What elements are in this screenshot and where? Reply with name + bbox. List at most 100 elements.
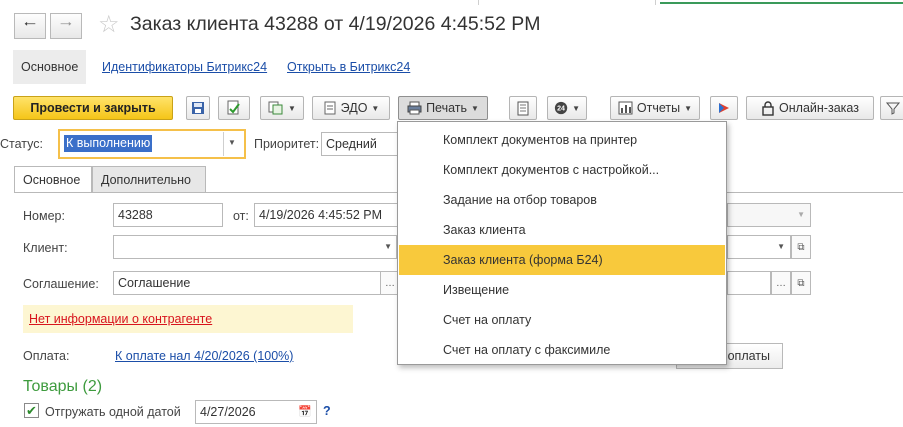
menu-item-label: Заказ клиента — [443, 223, 526, 237]
chevron-down-icon: ▼ — [684, 103, 693, 113]
tab-additional[interactable]: Дополнительно — [92, 166, 206, 193]
star-icon[interactable]: ☆ — [98, 11, 120, 39]
menu-item-label: Комплект документов с настройкой... — [443, 163, 660, 177]
menu-item-notice[interactable]: Извещение — [399, 275, 725, 305]
chevron-down-icon: ▼ — [288, 103, 296, 113]
save-button[interactable] — [186, 96, 210, 120]
flag-button[interactable] — [710, 96, 738, 120]
ship-one-date-checkbox[interactable]: ✔ — [24, 403, 39, 418]
menu-item-client-order-b24[interactable]: Заказ клиента (форма Б24) — [399, 245, 725, 275]
calendar-icon[interactable]: 📅 — [298, 405, 312, 418]
menu-item-label: Комплект документов на принтер — [443, 133, 638, 147]
no-contractor-info-link[interactable]: Нет информации о контрагенте — [29, 312, 212, 326]
goods-section-title: Товары (2) — [23, 378, 103, 395]
check-icon: ✔ — [26, 402, 37, 418]
arrow-left-icon: 🠀 — [23, 15, 37, 33]
back-button[interactable]: 🠀 — [14, 13, 46, 39]
chevron-down-icon: ▼ — [797, 210, 805, 219]
reports-button[interactable]: Отчеты ▼ — [610, 96, 700, 120]
document-button[interactable] — [509, 96, 537, 120]
warning-box: Нет информации о контрагенте — [23, 305, 353, 333]
create-based-button[interactable]: ▼ — [260, 96, 304, 120]
menu-item-invoice[interactable]: Счет на оплату — [399, 305, 725, 335]
ship-one-date-label: Отгружать одной датой — [45, 405, 181, 419]
flag-icon — [719, 103, 729, 113]
tab-additional-label: Дополнительно — [101, 172, 191, 187]
window-top-strip — [0, 0, 903, 5]
reports-label: Отчеты — [636, 101, 681, 115]
status-value: К выполнению — [64, 135, 153, 152]
menu-item-invoice-facsimile[interactable]: Счет на оплату с факсимиле — [399, 335, 725, 365]
agreement-label: Соглашение: — [23, 277, 99, 291]
menu-item-label: Заказ клиента (форма Б24) — [443, 253, 603, 267]
date-field[interactable]: 4/19/2026 4:45:52 PM — [254, 203, 400, 227]
chevron-down-icon: ▼ — [777, 242, 785, 251]
payments-button-label: оплаты — [727, 349, 770, 363]
edo-button[interactable]: ЭДО ▼ — [312, 96, 390, 120]
payment-link[interactable]: К оплате нал 4/20/2026 (100%) — [115, 349, 293, 363]
currency-field[interactable] — [727, 271, 771, 295]
print-menu: Комплект документов на принтер Комплект … — [397, 121, 727, 365]
menu-item-print-set[interactable]: Комплект документов на принтер — [399, 125, 725, 155]
tab-main[interactable]: Основное — [14, 166, 92, 193]
create-based-icon — [268, 101, 283, 115]
menu-item-client-order[interactable]: Заказ клиента — [399, 215, 725, 245]
open-in-bitrix-link[interactable]: Открыть в Битрикс24 — [287, 60, 410, 74]
client-field[interactable]: ▼ — [113, 235, 397, 259]
online-order-label: Онлайн-заказ — [779, 101, 859, 115]
open-contact-button[interactable]: ⧉ — [791, 235, 811, 259]
24-icon: 24 — [554, 101, 568, 115]
open-currency-button[interactable]: ⧉ — [791, 271, 811, 295]
agreement-field[interactable]: Соглашение — [113, 271, 381, 295]
bitrix-ids-link[interactable]: Идентификаторы Битрикс24 — [102, 60, 267, 74]
status-label: Статус: — [0, 137, 43, 151]
filter-icon — [885, 102, 900, 115]
ship-date-value: 4/27/2026 — [200, 405, 256, 419]
open-icon: ⧉ — [797, 277, 805, 289]
tab-main-section[interactable]: Основное — [13, 50, 87, 84]
filter-button[interactable] — [880, 96, 903, 120]
priority-label: Приоритет: — [254, 137, 320, 151]
tab-main-label: Основное — [21, 60, 79, 74]
arrow-right-icon: 🠂 — [59, 15, 73, 33]
priority-select[interactable]: Средний — [321, 132, 401, 156]
lock-icon — [762, 100, 774, 116]
from-label: от: — [233, 209, 249, 223]
contact-field[interactable]: ▼ — [727, 235, 791, 259]
post-button[interactable] — [218, 96, 250, 120]
online-order-button[interactable]: Онлайн-заказ — [746, 96, 874, 120]
save-icon — [192, 102, 204, 114]
ship-date-field[interactable]: 4/27/2026 📅 — [195, 400, 317, 424]
menu-item-label: Счет на оплату с факсимиле — [443, 343, 611, 357]
date-value: 4/19/2026 4:45:52 PM — [259, 208, 383, 222]
print-icon — [407, 101, 422, 115]
menu-item-print-set-config[interactable]: Комплект документов с настройкой... — [399, 155, 725, 185]
client-label: Клиент: — [23, 241, 68, 255]
payment-label: Оплата: — [23, 349, 70, 363]
post-and-close-button[interactable]: Провести и закрыть — [13, 96, 173, 120]
print-button[interactable]: Печать ▼ — [398, 96, 488, 120]
menu-item-label: Задание на отбор товаров — [443, 193, 597, 207]
tab-main-label: Основное — [23, 172, 81, 187]
print-label: Печать — [426, 101, 468, 115]
help-link[interactable]: ? — [323, 404, 331, 418]
page-title: Заказ клиента 43288 от 4/19/2026 4:45:52… — [130, 13, 541, 35]
menu-item-picking-task[interactable]: Задание на отбор товаров — [399, 185, 725, 215]
currency-select-button[interactable]: … — [771, 271, 791, 295]
forward-button[interactable]: 🠂 — [50, 13, 82, 39]
chevron-down-icon: ▼ — [228, 138, 236, 147]
priority-value: Средний — [326, 137, 377, 151]
document-icon — [517, 101, 529, 115]
post-icon — [227, 100, 240, 115]
number-field[interactable]: 43288 — [113, 203, 223, 227]
number-label: Номер: — [23, 209, 65, 223]
edo-label: ЭДО — [340, 101, 368, 115]
open-icon: ⧉ — [797, 241, 805, 253]
status-select[interactable]: К выполнению ▼ — [58, 129, 246, 159]
chevron-down-icon: ▼ — [371, 103, 380, 113]
ellipsis-icon: … — [385, 277, 395, 289]
org-field[interactable]: ▼ — [727, 203, 811, 227]
ellipsis-icon: … — [776, 277, 786, 289]
bitrix24-button[interactable]: 24 ▼ — [547, 96, 587, 120]
reports-icon — [618, 101, 633, 115]
